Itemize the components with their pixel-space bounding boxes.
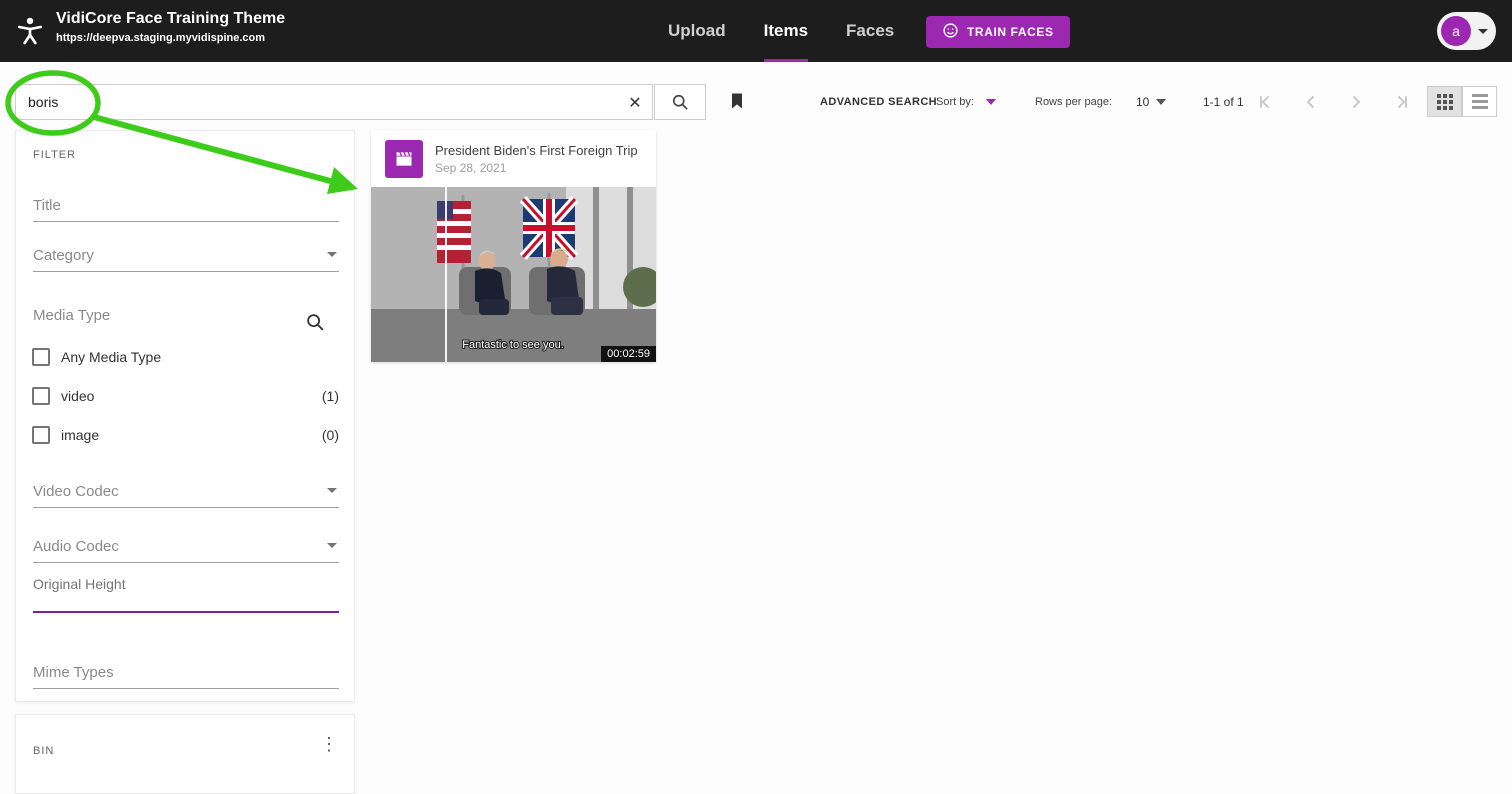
chevron-down-icon <box>327 252 337 257</box>
thumbnail-scene: Fantastic to see you. <box>371 187 656 362</box>
media-type-option-any: Any Media Type <box>32 348 340 368</box>
mime-types-input[interactable]: Mime Types <box>33 664 339 689</box>
list-icon <box>1471 94 1488 109</box>
app-subtitle: https://deepva.staging.myvidispine.com <box>56 32 266 44</box>
prev-page-button[interactable] <box>1298 90 1324 116</box>
result-thumbnail[interactable]: Fantastic to see you. 00:02:59 <box>371 187 656 362</box>
next-page-button[interactable] <box>1343 90 1369 116</box>
grid-view-button[interactable] <box>1427 86 1462 117</box>
original-height-input[interactable] <box>33 611 339 613</box>
checkbox-video[interactable] <box>32 387 50 405</box>
pagination-range: 1-1 of 1 <box>1203 95 1244 109</box>
duration-badge: 00:02:59 <box>601 346 656 362</box>
list-view-button[interactable] <box>1462 86 1497 117</box>
grid-icon <box>1436 93 1453 110</box>
app-title-block: VidiCore Face Training Theme https://dee… <box>56 10 285 44</box>
original-height-label: Original Height <box>33 576 126 592</box>
category-filter-label: Category <box>33 247 94 264</box>
first-page-button[interactable] <box>1253 90 1279 116</box>
nav-upload[interactable]: Upload <box>668 0 726 62</box>
audio-codec-label: Audio Codec <box>33 538 119 555</box>
result-card-header: President Biden's First Foreign Trip Sep… <box>371 130 656 187</box>
caption-text: Fantastic to see you. <box>462 339 564 351</box>
train-faces-label: TRAIN FACES <box>967 25 1054 39</box>
page: VidiCore Face Training Theme https://dee… <box>0 0 1512 794</box>
bookmark-icon[interactable] <box>725 90 749 114</box>
category-filter-select[interactable]: Category <box>33 247 339 272</box>
media-type-label: Media Type <box>33 307 111 324</box>
filter-panel: FILTER Title Category Media Type Any Med… <box>15 130 355 702</box>
checkbox-label: Any Media Type <box>61 349 162 365</box>
media-type-option-image: image (0) <box>32 426 340 446</box>
main-nav: Upload Items Faces <box>668 0 894 62</box>
chevron-down-icon <box>327 488 337 493</box>
clear-search-icon[interactable]: ✕ <box>622 90 648 116</box>
advanced-search-button[interactable]: ADVANCED SEARCH <box>820 96 937 108</box>
bin-heading: BIN <box>33 745 55 757</box>
nav-faces[interactable]: Faces <box>846 0 894 62</box>
avatar: a <box>1441 16 1471 46</box>
app-logo-icon <box>14 15 46 47</box>
rows-per-page-select[interactable]: 10 <box>1136 95 1149 109</box>
checkbox-label: video <box>61 388 95 404</box>
view-toggle <box>1427 86 1497 117</box>
media-type-option-video: video (1) <box>32 387 340 407</box>
video-codec-select[interactable]: Video Codec <box>33 483 339 508</box>
face-icon <box>942 22 959 42</box>
rows-per-page-label: Rows per page: <box>1035 96 1113 108</box>
result-date: Sep 28, 2021 <box>435 161 507 175</box>
title-filter-input[interactable]: Title <box>33 197 339 222</box>
train-faces-button[interactable]: TRAIN FACES <box>926 16 1070 48</box>
filter-heading: FILTER <box>33 149 77 161</box>
search-input[interactable] <box>15 84 653 120</box>
checkbox-label: image <box>61 427 100 443</box>
avatar-menu[interactable]: a <box>1437 12 1496 50</box>
bin-overflow-menu-icon[interactable]: ⋮ <box>314 733 344 756</box>
media-type-search-icon[interactable] <box>304 311 326 333</box>
checkbox-count: (0) <box>321 427 339 443</box>
sort-by-caret-icon[interactable] <box>986 99 996 105</box>
audio-codec-select[interactable]: Audio Codec <box>33 538 339 563</box>
bin-panel: BIN ⋮ <box>15 714 355 794</box>
result-card[interactable]: President Biden's First Foreign Trip Sep… <box>371 130 656 362</box>
video-codec-label: Video Codec <box>33 483 119 500</box>
last-page-button[interactable] <box>1388 90 1414 116</box>
chevron-down-icon <box>327 543 337 548</box>
nav-items[interactable]: Items <box>763 0 809 62</box>
result-title: President Biden's First Foreign Trip <box>435 143 638 158</box>
sort-by-label[interactable]: Sort by: <box>936 96 974 108</box>
search-button[interactable] <box>654 84 706 120</box>
rows-per-page-caret-icon[interactable] <box>1156 99 1166 105</box>
checkbox-image[interactable] <box>32 426 50 444</box>
chevron-down-icon <box>1478 28 1488 34</box>
checkbox-any-media-type[interactable] <box>32 348 50 366</box>
app-title: VidiCore Face Training Theme <box>56 10 286 27</box>
checkbox-count: (1) <box>321 388 339 404</box>
video-item-icon <box>385 140 423 178</box>
search-icon <box>672 94 688 110</box>
app-header: VidiCore Face Training Theme https://dee… <box>0 0 1512 62</box>
